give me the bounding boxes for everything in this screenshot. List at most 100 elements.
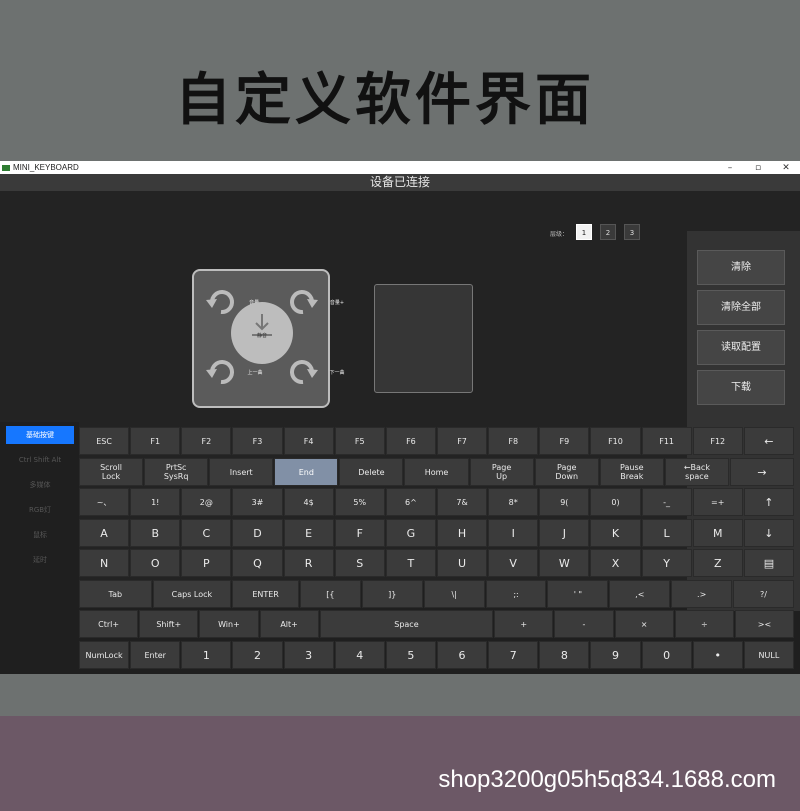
key-preview-panel[interactable] (374, 284, 473, 393)
key-button[interactable]: Home (404, 458, 469, 486)
key-button[interactable]: 7& (436, 488, 488, 516)
key-button[interactable]: Scroll Lock (79, 458, 144, 486)
key-button[interactable]: ' " (547, 580, 609, 608)
knob-press-mute[interactable]: 静音 (231, 302, 293, 364)
key-button[interactable]: Delete (339, 458, 404, 486)
key-button[interactable]: U (436, 549, 488, 577)
key-button[interactable]: 0 (641, 641, 692, 669)
key-button[interactable]: Page Down (534, 458, 599, 486)
key-button[interactable]: ←Back space (664, 458, 729, 486)
close-icon[interactable]: ✕ (772, 163, 800, 173)
layer-button-1[interactable]: 1 (576, 224, 592, 240)
key-button[interactable]: F6 (385, 427, 436, 455)
key-button[interactable]: 6 (436, 641, 488, 669)
key-button[interactable]: ]} (361, 580, 423, 608)
key-button[interactable]: Pause Break (599, 458, 664, 486)
key-button[interactable]: ~、 (79, 488, 130, 516)
key-button[interactable]: B (130, 519, 181, 547)
key-button[interactable]: [{ (299, 580, 361, 608)
knob-next-track[interactable]: 下一曲 (286, 355, 345, 389)
key-button[interactable]: NumLock (79, 641, 130, 669)
key-button[interactable]: 8 (539, 641, 590, 669)
knob-prev-track[interactable]: 上一曲 (204, 355, 263, 389)
key-button[interactable]: 6^ (385, 488, 436, 516)
nav-item-mouse[interactable]: 鼠标 (6, 526, 74, 544)
key-button[interactable]: F10 (590, 427, 641, 455)
key-button[interactable]: ↑ (743, 488, 794, 516)
nav-item-rgb[interactable]: RGB灯 (6, 501, 74, 519)
key-button[interactable]: ?/ (733, 580, 794, 608)
key-button[interactable]: T (385, 549, 436, 577)
key-button[interactable]: Caps Lock (152, 580, 232, 608)
key-button[interactable]: ▤ (743, 549, 794, 577)
key-button[interactable]: Insert (209, 458, 274, 486)
key-button[interactable]: 8* (488, 488, 539, 516)
key-button[interactable]: 2 (232, 641, 283, 669)
key-button[interactable]: P (181, 549, 232, 577)
key-button[interactable]: F4 (283, 427, 334, 455)
key-button[interactable]: .> (671, 580, 733, 608)
layer-button-3[interactable]: 3 (624, 224, 640, 240)
key-button[interactable]: F9 (539, 427, 590, 455)
key-button[interactable]: F12 (692, 427, 743, 455)
key-button[interactable]: Space (319, 610, 494, 638)
key-button[interactable]: R (283, 549, 334, 577)
key-button[interactable]: 3# (232, 488, 283, 516)
key-button[interactable]: Tab (79, 580, 152, 608)
key-button[interactable]: Z (692, 549, 743, 577)
minimize-icon[interactable]: – (716, 163, 744, 173)
key-button[interactable]: E (283, 519, 334, 547)
key-button[interactable]: J (539, 519, 590, 547)
key-button[interactable]: NULL (743, 641, 794, 669)
key-button[interactable]: D (232, 519, 283, 547)
key-button[interactable]: ↓ (743, 519, 794, 547)
download-button[interactable]: 下载 (697, 370, 785, 405)
key-button[interactable]: 3 (283, 641, 334, 669)
key-button[interactable]: 1! (130, 488, 181, 516)
key-button[interactable]: -_ (641, 488, 692, 516)
key-button[interactable]: L (641, 519, 692, 547)
key-button[interactable]: 4 (334, 641, 385, 669)
key-button[interactable]: Ctrl+ (79, 610, 139, 638)
key-button[interactable]: F8 (488, 427, 539, 455)
key-button[interactable]: M (692, 519, 743, 547)
key-button[interactable]: =+ (692, 488, 743, 516)
key-button[interactable]: F5 (334, 427, 385, 455)
layer-button-2[interactable]: 2 (600, 224, 616, 240)
key-button[interactable]: ,< (609, 580, 671, 608)
key-button[interactable]: + (494, 610, 554, 638)
key-button[interactable]: F11 (641, 427, 692, 455)
key-button[interactable]: N (79, 549, 130, 577)
key-button[interactable]: F2 (181, 427, 232, 455)
key-button[interactable]: Alt+ (259, 610, 319, 638)
key-button[interactable]: ;: (485, 580, 547, 608)
clear-all-button[interactable]: 清除全部 (697, 290, 785, 325)
key-button[interactable]: A (79, 519, 130, 547)
key-button[interactable]: Q (232, 549, 283, 577)
key-button[interactable]: 9( (539, 488, 590, 516)
key-button[interactable]: × (614, 610, 674, 638)
key-button[interactable]: K (590, 519, 641, 547)
key-button[interactable]: ENTER (232, 580, 299, 608)
key-button[interactable]: • (692, 641, 743, 669)
key-button[interactable]: H (436, 519, 488, 547)
key-button[interactable]: 7 (488, 641, 539, 669)
key-button[interactable]: 1 (181, 641, 232, 669)
key-button[interactable]: Page Up (469, 458, 534, 486)
read-config-button[interactable]: 读取配置 (697, 330, 785, 365)
key-button[interactable]: F3 (232, 427, 283, 455)
key-button[interactable]: 5 (385, 641, 436, 669)
key-button[interactable]: I (488, 519, 539, 547)
nav-item-multimedia[interactable]: 多媒体 (6, 476, 74, 494)
key-button[interactable]: C (181, 519, 232, 547)
key-button[interactable]: F7 (436, 427, 488, 455)
key-button[interactable]: \| (423, 580, 485, 608)
key-button[interactable]: ÷ (674, 610, 734, 638)
knob-volume-up[interactable]: 音量+ (286, 285, 344, 319)
key-button[interactable]: ← (743, 427, 794, 455)
key-button[interactable]: 5% (334, 488, 385, 516)
restore-icon[interactable]: ▫ (744, 163, 772, 173)
key-button[interactable]: S (334, 549, 385, 577)
key-button[interactable]: 0) (590, 488, 641, 516)
nav-item-basic-keys[interactable]: 基础按键 (6, 426, 74, 444)
